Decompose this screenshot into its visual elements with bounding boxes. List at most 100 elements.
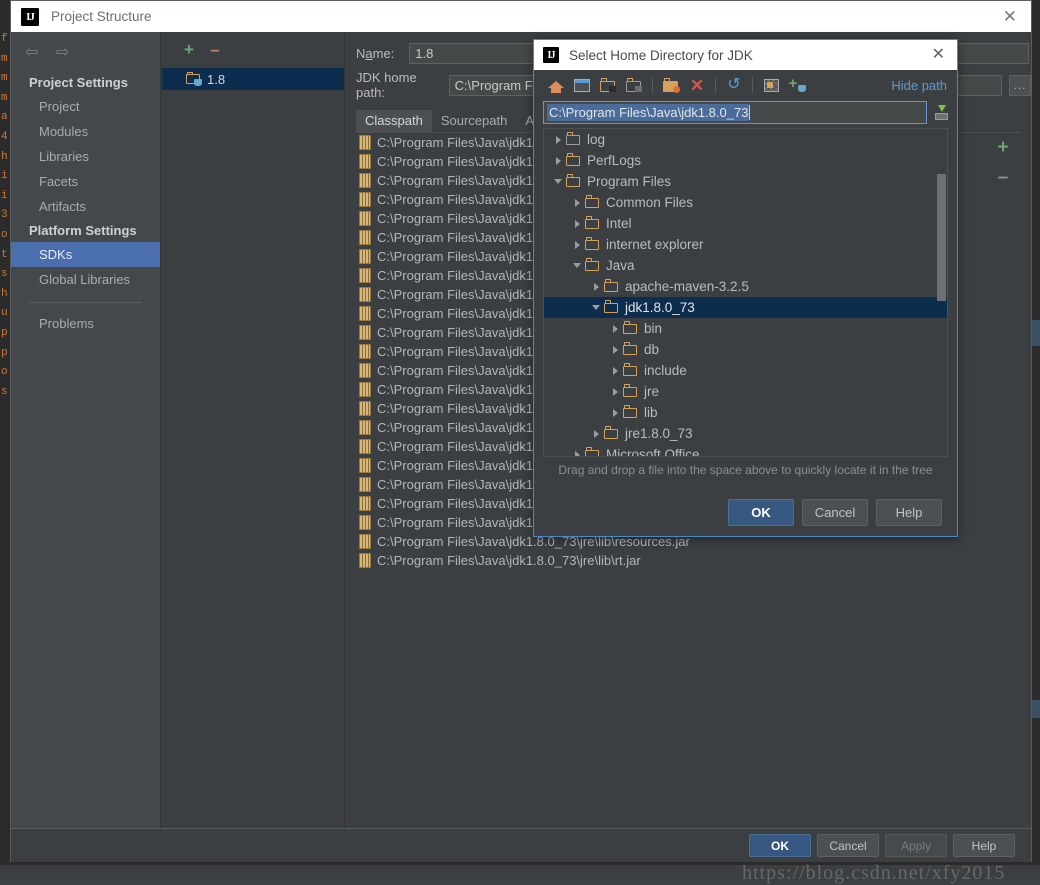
chevron-right-icon[interactable] [569, 219, 585, 228]
sidebar-item-sdks[interactable]: SDKs [11, 242, 160, 267]
cancel-button[interactable]: Cancel [817, 834, 879, 857]
tree-node[interactable]: include [544, 360, 947, 381]
remove-classpath-button[interactable]: – [988, 163, 1018, 193]
sidebar-item-artifacts[interactable]: Artifacts [11, 194, 160, 219]
close-icon[interactable]: ✕ [926, 47, 951, 63]
editor-right-sliver [1032, 30, 1040, 865]
tree-node[interactable]: Program Files [544, 171, 947, 192]
add-classpath-button[interactable]: + [988, 133, 1018, 163]
tree-node[interactable]: bin [544, 318, 947, 339]
intellij-logo-icon: IJ [21, 7, 39, 26]
tree-node[interactable]: jre1.8.0_73 [544, 423, 947, 444]
file-dialog-ok-button[interactable]: OK [728, 498, 794, 526]
sidebar-item-problems[interactable]: Problems [11, 311, 160, 336]
directory-tree[interactable]: log PerfLogs Program Files Common Files Inte… [543, 128, 948, 457]
folder-icon [585, 258, 600, 272]
chevron-right-icon[interactable] [569, 240, 585, 249]
folder-icon [566, 153, 581, 167]
tree-node[interactable]: apache-maven-3.2.5 [544, 276, 947, 297]
chevron-right-icon[interactable] [607, 366, 623, 375]
tree-node[interactable]: lib [544, 402, 947, 423]
hide-path-link[interactable]: Hide path [891, 78, 947, 93]
show-hidden-files-icon[interactable] [759, 74, 783, 96]
chevron-right-icon[interactable] [607, 408, 623, 417]
path-input[interactable]: C:\Program Files\Java\jdk1.8.0_73 [543, 100, 927, 124]
folder-icon [585, 447, 600, 456]
jar-icon [359, 458, 371, 473]
apply-button: Apply [885, 834, 947, 857]
sdk-list-item-label: 1.8 [207, 71, 226, 87]
ok-button[interactable]: OK [749, 834, 811, 857]
tree-node[interactable]: internet explorer [544, 234, 947, 255]
file-dialog-title: Select Home Directory for JDK [569, 47, 753, 63]
close-icon[interactable]: ✕ [997, 8, 1023, 25]
chevron-right-icon[interactable] [569, 450, 585, 456]
folder-icon [623, 384, 638, 398]
chevron-down-icon[interactable] [569, 263, 585, 268]
tree-node[interactable]: Intel [544, 213, 947, 234]
jar-icon [359, 268, 371, 283]
tree-node[interactable]: Common Files [544, 192, 947, 213]
sidebar-item-global-libraries[interactable]: Global Libraries [11, 267, 160, 292]
tree-node[interactable]: Java [544, 255, 947, 276]
tree-node-label: Microsoft Office [606, 447, 700, 457]
browse-button[interactable]: ... [1009, 74, 1031, 96]
project-folder-icon[interactable] [596, 74, 620, 96]
dialog-button-bar: OK Cancel Apply Help [11, 828, 1031, 862]
home-icon[interactable] [544, 74, 568, 96]
delete-icon[interactable]: ✕ [685, 74, 709, 96]
sidebar-item-libraries[interactable]: Libraries [11, 144, 160, 169]
jar-icon [359, 287, 371, 302]
chevron-right-icon[interactable] [550, 156, 566, 165]
chevron-right-icon[interactable] [588, 282, 604, 291]
tree-node[interactable]: jdk1.8.0_73 [544, 297, 947, 318]
add-jdk-icon[interactable]: + [785, 74, 809, 96]
chevron-down-icon[interactable] [588, 305, 604, 310]
refresh-icon[interactable]: ↺ [722, 74, 746, 96]
help-button[interactable]: Help [953, 834, 1015, 857]
folder-icon [623, 321, 638, 335]
chevron-right-icon[interactable] [607, 324, 623, 333]
tree-scrollbar-thumb[interactable] [937, 174, 946, 301]
tree-node[interactable]: PerfLogs [544, 150, 947, 171]
file-dialog-button-bar: OK Cancel Help [534, 488, 957, 536]
sidebar-item-facets[interactable]: Facets [11, 169, 160, 194]
sidebar-item-project[interactable]: Project [11, 94, 160, 119]
file-dialog-help-button[interactable]: Help [876, 498, 942, 526]
remove-sdk-button[interactable]: – [202, 40, 228, 58]
forward-arrow-icon[interactable]: ⇨ [56, 44, 73, 61]
sdk-list-item[interactable]: 1.8 [162, 68, 344, 90]
chevron-right-icon[interactable] [607, 387, 623, 396]
chevron-right-icon[interactable] [607, 345, 623, 354]
new-folder-icon[interactable] [659, 74, 683, 96]
add-sdk-button[interactable]: + [176, 40, 202, 58]
sidebar-item-modules[interactable]: Modules [11, 119, 160, 144]
tree-node-label: apache-maven-3.2.5 [625, 279, 749, 294]
tree-node-label: PerfLogs [587, 153, 642, 168]
file-dialog-path-row: C:\Program Files\Java\jdk1.8.0_73 [534, 100, 957, 124]
desktop-icon[interactable] [570, 74, 594, 96]
tree-node-label: Common Files [606, 195, 694, 210]
chevron-right-icon[interactable] [588, 429, 604, 438]
back-arrow-icon[interactable]: ⇦ [25, 44, 42, 61]
save-path-icon[interactable] [932, 101, 950, 123]
chevron-right-icon[interactable] [550, 135, 566, 144]
folder-icon [585, 216, 600, 230]
hidden-folder-icon[interactable] [622, 74, 646, 96]
tab-sourcepath[interactable]: Sourcepath [431, 110, 517, 132]
tree-scrollbar[interactable] [937, 130, 946, 455]
tree-node-label: lib [644, 405, 658, 420]
tree-node[interactable]: jre [544, 381, 947, 402]
window-title-bar: IJ Project Structure ✕ [11, 1, 1031, 32]
jar-icon [359, 439, 371, 454]
file-dialog-cancel-button[interactable]: Cancel [802, 498, 868, 526]
tab-classpath[interactable]: Classpath [356, 110, 432, 132]
nav-group-header: Platform Settings [29, 223, 137, 238]
tree-node-label: jre [644, 384, 660, 399]
chevron-right-icon[interactable] [569, 198, 585, 207]
chevron-down-icon[interactable] [550, 179, 566, 184]
tree-node[interactable]: Microsoft Office [544, 444, 947, 457]
tree-node[interactable]: db [544, 339, 947, 360]
classpath-row[interactable]: C:\Program Files\Java\jdk1.8.0_73\jre\li… [356, 551, 1021, 570]
tree-node[interactable]: log [544, 129, 947, 150]
